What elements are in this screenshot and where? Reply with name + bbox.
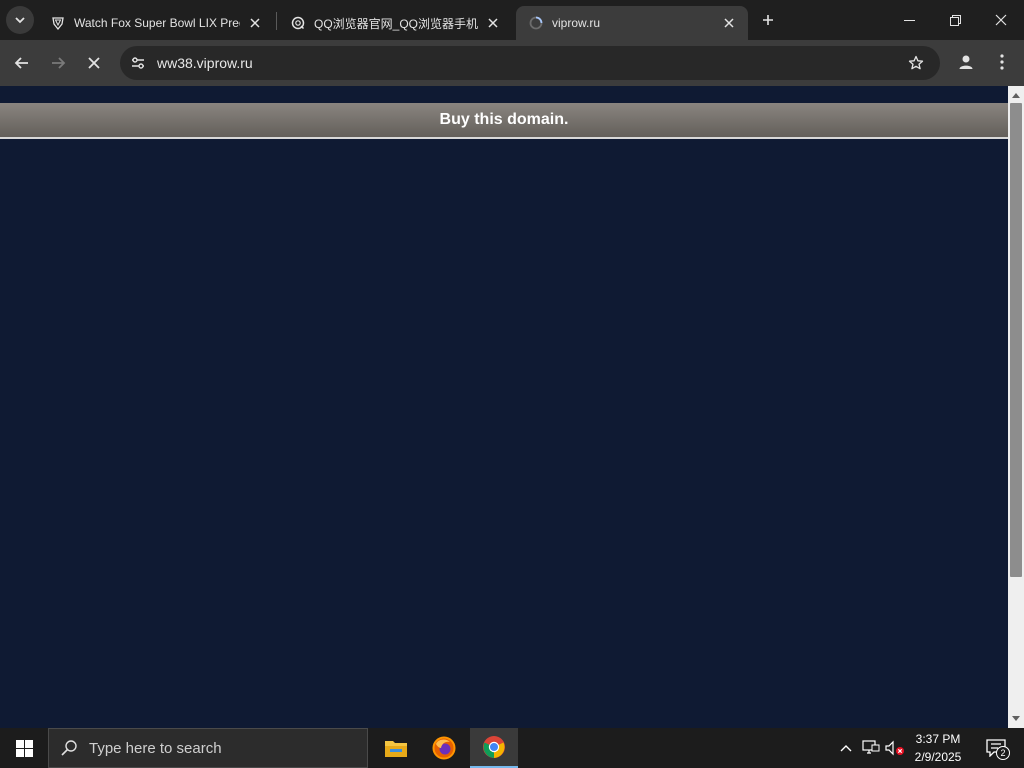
- scrollbar-thumb[interactable]: [1010, 103, 1022, 577]
- network-tray-button[interactable]: [860, 728, 882, 768]
- tab-title: QQ浏览器官网_QQ浏览器手机: [314, 16, 478, 31]
- loading-spinner-icon: [528, 15, 544, 31]
- chrome-taskbar-button[interactable]: [470, 728, 518, 768]
- forward-arrow-icon: [52, 57, 66, 69]
- restore-button[interactable]: [932, 0, 978, 40]
- vertical-scrollbar[interactable]: [1008, 86, 1024, 728]
- close-icon: [995, 14, 1007, 26]
- more-vertical-icon: [1000, 54, 1004, 70]
- tune-icon: [132, 57, 144, 69]
- buy-domain-banner[interactable]: Buy this domain.: [0, 103, 1008, 139]
- file-explorer-icon: [385, 741, 407, 757]
- bookmark-button[interactable]: [906, 53, 926, 73]
- firefox-icon: [432, 736, 456, 760]
- person-icon: [959, 55, 973, 69]
- tab-qq-browser[interactable]: QQ浏览器官网_QQ浏览器手机: [278, 6, 512, 40]
- close-icon: [88, 57, 100, 69]
- tab-super-bowl[interactable]: Watch Fox Super Bowl LIX Preg: [38, 6, 274, 40]
- triangle-up-icon: [1012, 93, 1020, 98]
- tab-close-icon[interactable]: [484, 14, 502, 32]
- qq-browser-icon: [290, 15, 306, 31]
- volume-muted-icon: [885, 740, 904, 756]
- scroll-up-button[interactable]: [1008, 88, 1024, 102]
- url-text[interactable]: ww38.viprow.ru: [157, 55, 253, 71]
- taskbar-search-box[interactable]: Type here to search: [48, 728, 368, 768]
- profile-button[interactable]: [953, 49, 979, 75]
- firefox-taskbar-button[interactable]: [420, 728, 468, 768]
- tab-viprow[interactable]: viprow.ru: [516, 6, 748, 40]
- start-button[interactable]: [0, 728, 48, 768]
- back-button[interactable]: [7, 48, 37, 78]
- file-explorer-taskbar-button[interactable]: [372, 728, 420, 768]
- volume-tray-button[interactable]: [884, 728, 906, 768]
- shield-icon: [50, 15, 66, 31]
- buy-domain-link[interactable]: Buy this domain.: [440, 111, 569, 129]
- tab-title: Watch Fox Super Bowl LIX Preg: [74, 16, 240, 30]
- tab-title: viprow.ru: [552, 16, 601, 30]
- site-info-button[interactable]: [126, 51, 150, 75]
- chevron-up-icon: [840, 745, 852, 752]
- new-tab-button[interactable]: [756, 8, 780, 32]
- stop-loading-button[interactable]: [79, 48, 109, 78]
- browser-toolbar: ww38.viprow.ru: [0, 40, 1024, 86]
- tab-close-icon[interactable]: [720, 14, 738, 32]
- plus-icon: [763, 15, 773, 25]
- taskbar-clock[interactable]: 3:37 PM 2/9/2025: [906, 730, 970, 766]
- star-icon: [908, 55, 924, 70]
- minimize-icon: [903, 19, 915, 21]
- back-arrow-icon: [14, 57, 28, 69]
- action-center-button[interactable]: 2: [976, 728, 1016, 768]
- notification-count-badge: 2: [996, 746, 1010, 760]
- scroll-down-button[interactable]: [1008, 712, 1024, 726]
- restore-icon: [949, 14, 961, 26]
- chevron-down-icon: [15, 17, 25, 24]
- close-window-button[interactable]: [978, 0, 1024, 40]
- clock-time: 3:37 PM: [915, 732, 961, 746]
- taskbar: Type here to search 3:37 PM 2/9/2025 2: [0, 728, 1024, 768]
- forward-button[interactable]: [43, 48, 73, 78]
- search-placeholder: Type here to search: [89, 739, 222, 757]
- triangle-down-icon: [1012, 716, 1020, 721]
- tab-strip: Watch Fox Super Bowl LIX Preg QQ浏览器官网_QQ…: [0, 0, 1024, 40]
- address-bar[interactable]: ww38.viprow.ru: [120, 46, 940, 80]
- chrome-icon: [483, 736, 505, 758]
- tab-separator: [276, 12, 277, 30]
- tab-close-icon[interactable]: [246, 14, 264, 32]
- clock-date: 2/9/2025: [914, 750, 962, 764]
- network-icon: [862, 740, 880, 754]
- search-icon: [49, 728, 89, 768]
- page-viewport: Buy this domain.: [0, 86, 1008, 728]
- windows-logo-icon: [15, 739, 33, 757]
- minimize-button[interactable]: [886, 0, 932, 40]
- tab-search-button[interactable]: [6, 6, 34, 34]
- browser-menu-button[interactable]: [990, 49, 1014, 75]
- show-hidden-icons-button[interactable]: [836, 728, 856, 768]
